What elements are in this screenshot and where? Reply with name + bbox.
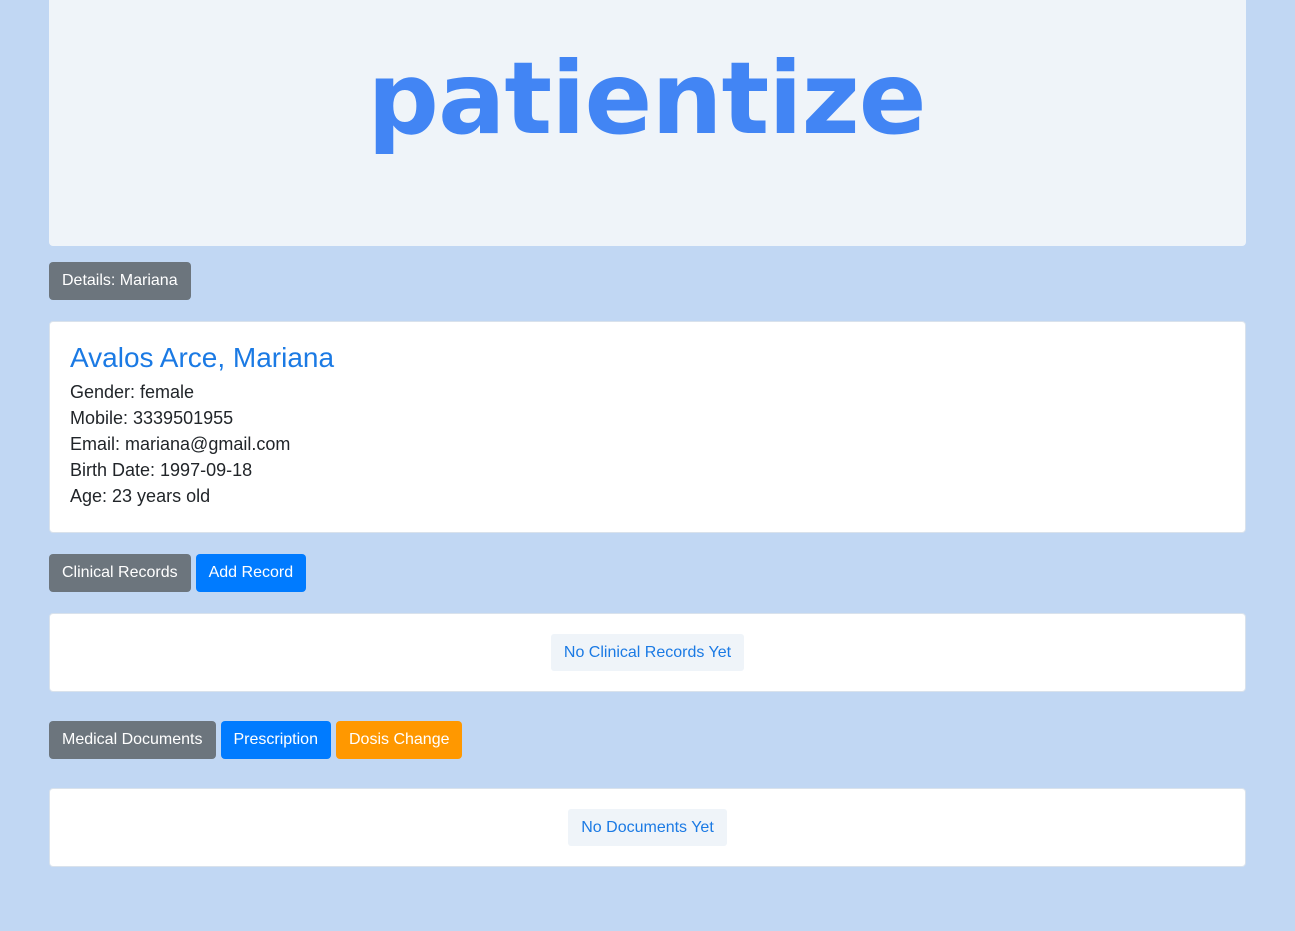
patient-birth-date: Birth Date: 1997-09-18 — [70, 460, 253, 480]
page-container: patientize Details: Mariana Avalos Arce,… — [49, 0, 1246, 867]
dosis-change-button[interactable]: Dosis Change — [335, 721, 463, 759]
clinical-records-label: Clinical Records — [49, 554, 191, 592]
patient-age: Age: 23 years old — [70, 486, 211, 506]
medical-documents-label: Medical Documents — [49, 721, 216, 759]
clinical-records-toolbar: Clinical Records Add Record — [49, 554, 1246, 592]
patient-name: Avalos Arce, Mariana — [70, 342, 335, 373]
patient-mobile: Mobile: 3339501955 — [70, 408, 234, 428]
details-label: Details: Mariana — [49, 262, 191, 300]
medical-documents-toolbar: Medical Documents Prescription Dosis Cha… — [49, 721, 1246, 759]
patient-card: Avalos Arce, Mariana Gender: female Mobi… — [49, 321, 1246, 533]
medical-documents-empty: No Documents Yet — [568, 809, 727, 846]
clinical-records-empty: No Clinical Records Yet — [550, 634, 745, 671]
clinical-records-card: No Clinical Records Yet — [49, 613, 1246, 692]
add-record-button[interactable]: Add Record — [195, 554, 307, 592]
brand-banner: patientize — [49, 0, 1246, 246]
patient-email: Email: mariana@gmail.com — [70, 434, 291, 454]
details-row: Details: Mariana — [49, 262, 1246, 300]
brand-logo: patientize — [367, 39, 926, 157]
medical-documents-card: No Documents Yet — [49, 788, 1246, 867]
patient-gender: Gender: female — [70, 382, 195, 402]
prescription-button[interactable]: Prescription — [220, 721, 331, 759]
